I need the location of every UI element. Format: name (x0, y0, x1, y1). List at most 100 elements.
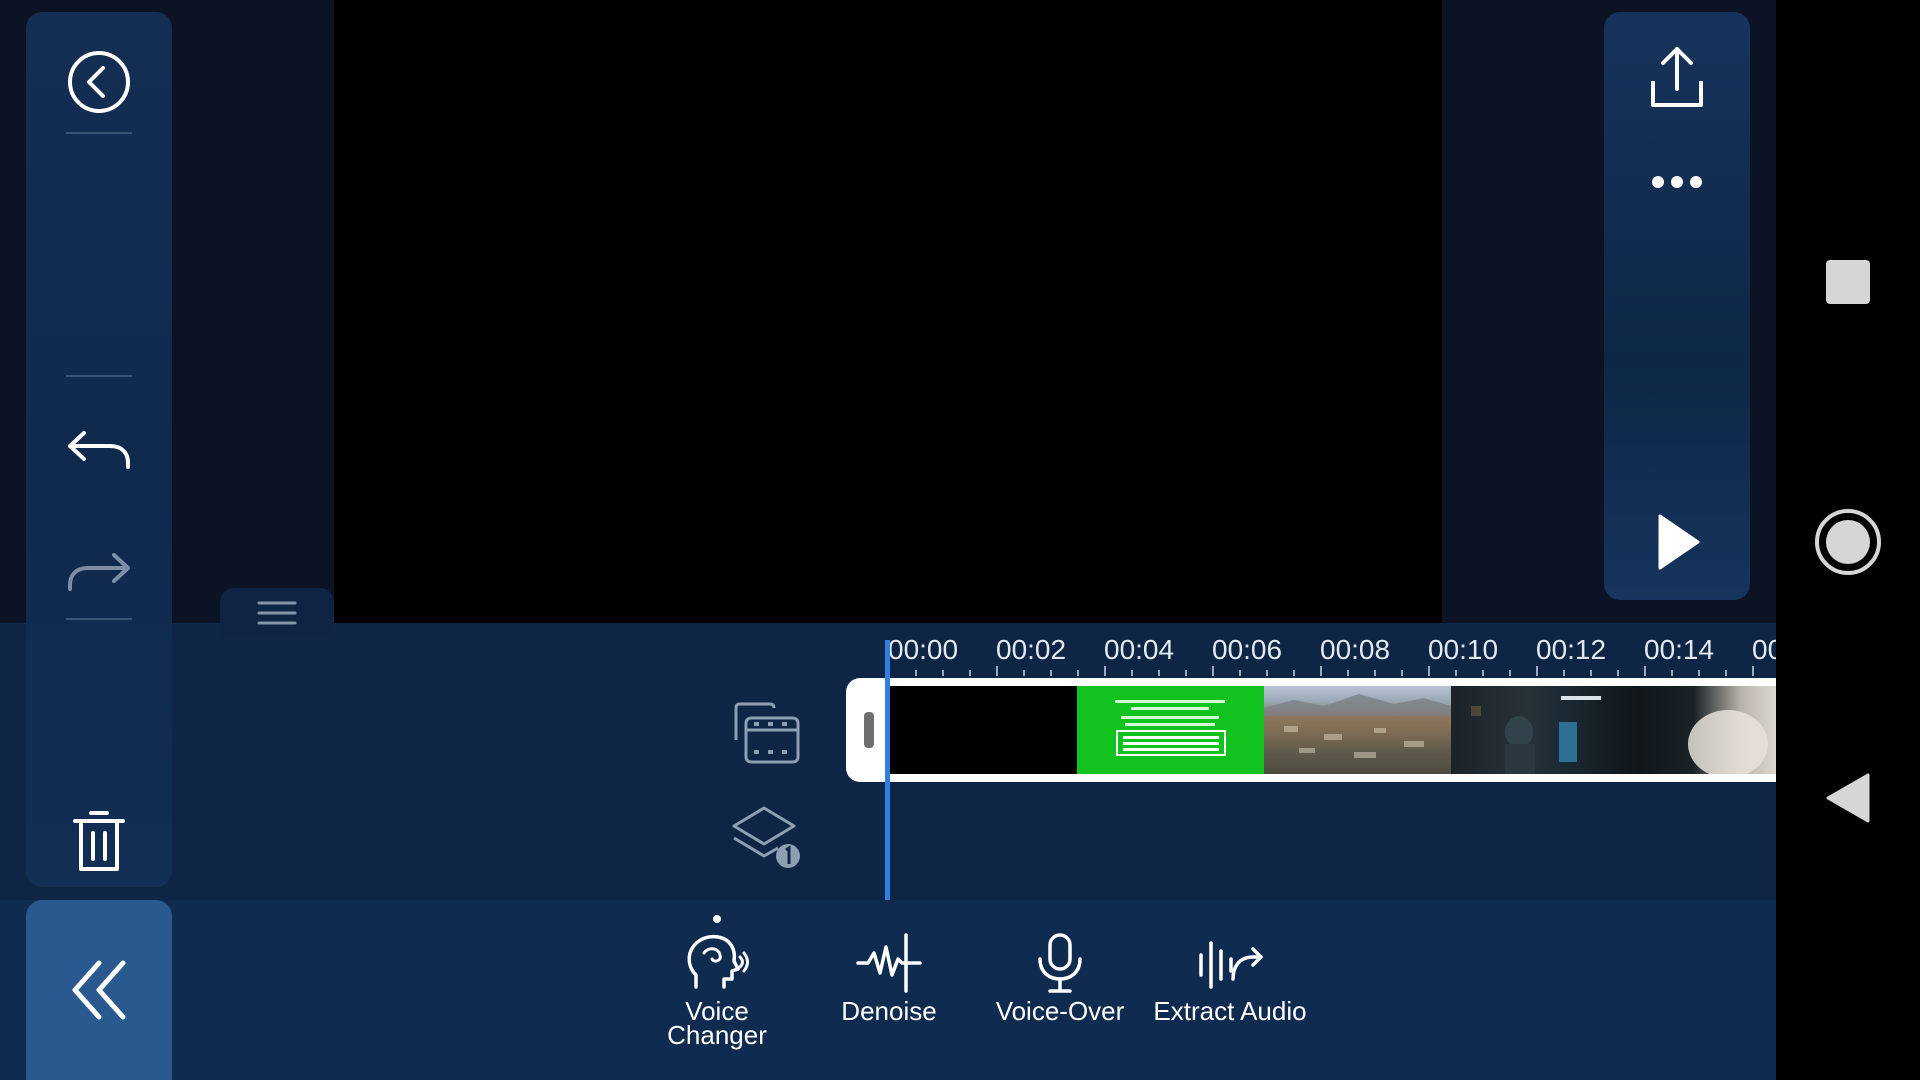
clip-thumbnail-black[interactable] (890, 686, 1077, 774)
ruler-tick (1752, 666, 1754, 676)
ruler-label: 00:04 (1104, 634, 1175, 665)
tool-label: Voice Changer (667, 996, 767, 1050)
bright-closeup-thumbnail (1688, 710, 1768, 774)
delete-button[interactable] (59, 796, 139, 886)
ruler-tick (1023, 670, 1025, 676)
ruler-tick (1158, 670, 1160, 676)
ruler-tick (1239, 670, 1241, 676)
ruler-tick (1536, 666, 1538, 676)
ruler-tick (1428, 666, 1430, 676)
extract-audio-icon (1199, 941, 1263, 989)
undo-button[interactable] (59, 410, 139, 490)
ruler-tick (1725, 670, 1727, 676)
square-recents-icon (1826, 260, 1870, 304)
ruler-tick (1644, 666, 1646, 676)
video-track-icon (734, 702, 800, 764)
redo-button[interactable] (59, 532, 139, 612)
right-panel (1604, 12, 1750, 600)
playhead[interactable] (885, 640, 890, 900)
triangle-back-icon (1826, 773, 1870, 823)
ruler-tick (1266, 670, 1268, 676)
ruler-tick (1401, 670, 1403, 676)
tool-extract-audio[interactable]: Extract Audio (1145, 915, 1315, 1026)
tool-voice-over[interactable]: Voice-Over (975, 915, 1145, 1026)
circle-home-icon (1815, 509, 1881, 575)
ruler-tick (1185, 670, 1187, 676)
export-button[interactable] (1637, 37, 1717, 117)
ruler-tick (1698, 670, 1700, 676)
more-options-button[interactable] (1637, 162, 1717, 202)
back-button[interactable] (59, 42, 139, 122)
ruler-label: 00:06 (1212, 634, 1283, 665)
ruler-tick (969, 670, 971, 676)
ruler-tick (1563, 670, 1565, 676)
play-button[interactable] (1637, 502, 1717, 582)
aerial-landscape-thumbnail (1264, 694, 1451, 758)
ruler-tick (1455, 670, 1457, 676)
ruler-tick (1347, 670, 1349, 676)
layers-button[interactable] (730, 804, 804, 872)
ruler-tick (1374, 670, 1376, 676)
tool-denoise[interactable]: Denoise (804, 915, 974, 1026)
selected-indicator (713, 915, 721, 923)
separator (66, 132, 132, 134)
back-circle-icon (68, 51, 130, 113)
dark-scene-thumbnail (1471, 696, 1601, 774)
tool-label: Extract Audio (1153, 996, 1307, 1026)
ruler-tick (996, 666, 998, 676)
ruler-tick (1671, 670, 1673, 676)
undo-icon (68, 431, 130, 469)
clip-thumbnail-closeup[interactable] (1638, 686, 1776, 774)
ruler-label: 00:14 (1644, 634, 1715, 665)
ruler-tick (1590, 670, 1592, 676)
left-panel (26, 12, 172, 887)
ruler-tick (1509, 670, 1511, 676)
ruler-tick (1050, 670, 1052, 676)
system-back-button[interactable] (1818, 768, 1878, 828)
ruler-tick (1077, 670, 1079, 676)
clip-thumbnail-green[interactable] (1077, 686, 1264, 774)
video-editor: 00:00 00:02 00:04 00:06 00:08 00:10 00:1… (0, 0, 1776, 1080)
more-dots-icon (1652, 176, 1702, 188)
denoise-icon (856, 933, 922, 993)
ruler-label: 00 (1752, 634, 1776, 665)
microphone-icon (1038, 933, 1082, 993)
video-track[interactable] (846, 678, 1776, 782)
ruler-label: 00:12 (1536, 634, 1607, 665)
video-preview[interactable] (334, 0, 1442, 623)
ruler-label: 00:00 (888, 634, 959, 665)
layers-icon (732, 806, 800, 868)
play-icon (1658, 514, 1700, 570)
home-button[interactable] (1812, 506, 1884, 578)
drag-handle-icon (257, 601, 297, 625)
ruler-tick (1320, 666, 1322, 676)
tool-label: Voice-Over (995, 996, 1125, 1026)
audio-tools: Voice Changer Denoise Voice-Over Extract… (0, 915, 1776, 1080)
ruler-tick (1212, 666, 1214, 676)
trim-handle[interactable] (864, 712, 874, 748)
clip-strip[interactable] (890, 686, 1776, 774)
ruler-tick (1617, 670, 1619, 676)
recents-button[interactable] (1818, 252, 1878, 312)
ruler-tick (915, 670, 917, 676)
clip-thumbnail-dark[interactable] (1451, 686, 1638, 774)
panel-handle[interactable] (220, 588, 334, 638)
green-screen-text-thumbnail (1077, 686, 1264, 774)
ruler-label: 00:10 (1428, 634, 1499, 665)
system-navigation-bar (1776, 0, 1920, 1080)
tool-label: Denoise (841, 996, 937, 1026)
ruler-tick (1104, 666, 1106, 676)
ruler-tick (942, 670, 944, 676)
tool-voice-changer[interactable]: Voice Changer (632, 915, 802, 1050)
ruler-tick (1293, 670, 1295, 676)
ruler-label: 00:08 (1320, 634, 1391, 665)
ruler-label: 00:02 (996, 634, 1067, 665)
main-track-button[interactable] (730, 700, 804, 768)
voice-changer-icon (687, 934, 749, 989)
separator (66, 375, 132, 377)
clip-thumbnail-aerial[interactable] (1264, 686, 1451, 774)
timeline-ruler[interactable]: 00:00 00:02 00:04 00:06 00:08 00:10 00:1… (878, 630, 1776, 680)
separator (66, 618, 132, 620)
ruler-tick (1131, 670, 1133, 676)
ruler-tick (1482, 670, 1484, 676)
